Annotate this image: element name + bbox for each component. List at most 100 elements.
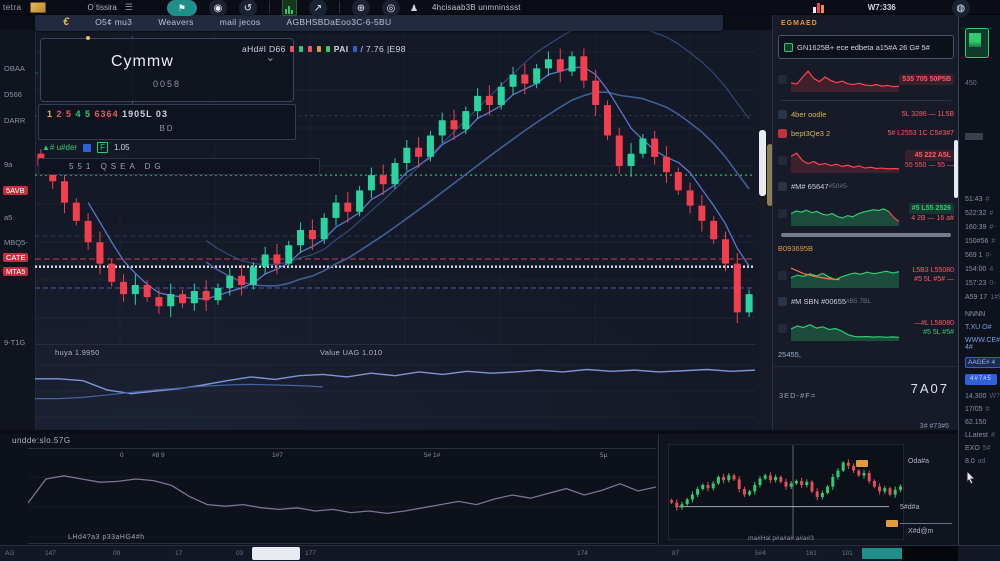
trade-time: 154:00 <box>965 266 986 273</box>
account-circle-icon[interactable]: ◍ <box>952 0 970 17</box>
trade-time: A59 17 <box>965 294 987 301</box>
trade-row[interactable]: 51:43# <box>965 196 1000 203</box>
legend-pai-label: PAI <box>334 44 349 54</box>
mini-bars-icon[interactable] <box>813 2 824 13</box>
legend-series-label: aHd#l D66 <box>242 44 286 54</box>
watchlist-row[interactable]: #M# 65647 #50#5- <box>773 177 959 196</box>
user-icon[interactable]: ♟ <box>410 3 418 14</box>
trade-row[interactable]: 160:39#- <box>965 224 1000 231</box>
axis-tick: 5µ <box>600 452 607 459</box>
stat-value: 14.300 <box>965 393 986 400</box>
price-axis-label: 9a <box>4 160 12 169</box>
spark-prices: —#L L58080#5 5L #5# <box>914 319 954 337</box>
workspace-label[interactable]: O tissira <box>88 3 117 12</box>
bottom-left-line-chart[interactable] <box>28 448 656 544</box>
row-label: 25455, <box>778 350 801 359</box>
trade-row[interactable]: 154:004 <box>965 266 1000 273</box>
undo-icon[interactable]: ↺ <box>239 0 257 17</box>
price-axis-label: MBQ5- <box>4 238 28 247</box>
mini-candlestick-chart[interactable] <box>669 445 903 539</box>
price-2: 4 2B — 16 a# <box>909 214 954 223</box>
trade-row[interactable]: 157:230- <box>965 280 1000 287</box>
trade-row[interactable]: 150#56# <box>965 238 1000 245</box>
watchlist-sparkline-row[interactable]: #5 L55 25264 2B — 16 a# <box>773 196 959 230</box>
price-2: #5 5L #5# <box>914 328 954 337</box>
row-sublabel: #B5 7BL <box>846 298 871 305</box>
time-axis-scrollbar[interactable]: AG147091703177174875#41611010724010 <box>0 545 1000 561</box>
trade-row[interactable]: 569 1#- <box>965 252 1000 259</box>
spark-icon <box>778 156 787 165</box>
watchlist-row[interactable]: bept3Qe3 25# L2553 1C C5#3#7 <box>773 124 959 143</box>
price-1: #5 L55 2526 <box>909 203 954 214</box>
trade-flag: 0- <box>989 280 995 287</box>
cursor-icon <box>965 471 977 484</box>
rail-link[interactable]: WWW.CE# 4# <box>965 337 1000 351</box>
indicator-flag[interactable]: F <box>97 142 108 153</box>
workspace-menu-icon[interactable]: ☰ <box>125 2 133 13</box>
trade-row[interactable]: 522:32# <box>965 210 1000 217</box>
symbol-name: Cymmw <box>111 53 174 71</box>
app-logo-icon[interactable] <box>30 2 46 13</box>
rail-link[interactable]: T.XU O# <box>965 324 1000 331</box>
watchlist-sparkline-row[interactable]: L5B3 L55080#5 5L #5# — <box>773 258 959 292</box>
symbol-timeframe: 0058 <box>41 79 293 89</box>
mini-footer: ma#Hal p#a#a#.a#a#3 <box>660 535 902 542</box>
flag-button[interactable]: ⚑ <box>167 0 197 16</box>
draw-arrow-icon[interactable]: ↗ <box>309 0 327 17</box>
watchlist-sparkline-row[interactable]: 535 705 50P5B <box>773 62 959 96</box>
legend-chip <box>308 46 312 52</box>
stat-extra: ad <box>978 458 986 465</box>
trade-history-list: 51:43# 522:32# 160:39#- 150#56# 569 1#- 154:0… <box>965 196 1000 301</box>
spark-icon <box>778 75 787 84</box>
watchlist-sparkline-row[interactable]: 45 222 A5L55 550 — 55 — <box>773 143 959 177</box>
watchlist-row[interactable]: 4ber oodle5L 3286 — 1L5B <box>773 105 959 124</box>
watchlist-search-row[interactable]: GN1625B+ ece edbeta a15#A 26 G# 5# <box>778 35 954 59</box>
legend-ratio-label: / 7.76 |E98 <box>361 44 406 54</box>
watchlist-row[interactable]: #M SBN #00655 #B5 7BL <box>773 292 959 311</box>
axis-tick: #8 9 <box>152 452 165 459</box>
menubar-item[interactable]: Weavers <box>158 17 193 27</box>
bottom-section: undde:slo.57G 0#8 91#75# 1#5µ LHd4?a3 p3… <box>0 432 958 547</box>
trade-flag: #- <box>986 252 992 259</box>
chart-vertical-scrollbar[interactable] <box>757 30 772 430</box>
watchlist-row[interactable]: B093695B <box>773 239 959 258</box>
rail-box-label[interactable]: AAGE# 4 <box>965 357 1000 368</box>
time-scrollbar-thumb[interactable] <box>252 547 300 560</box>
orange-marker-2 <box>886 520 898 527</box>
legend-chip <box>317 46 321 52</box>
menubar-item[interactable]: mail jecos <box>220 17 261 27</box>
indicator-row-2[interactable]: 551 QSEA DG <box>38 158 320 175</box>
menubar-items: O5¢ mu3 Weavers mail jecos AGBHSBDaEoo3C-6-… <box>69 17 391 27</box>
menubar-item[interactable]: O5¢ mu3 <box>95 17 132 27</box>
stat-value: LLatest <box>965 432 988 439</box>
trade-row[interactable]: A59 171#9 <box>965 294 1000 301</box>
watchlist-row[interactable]: 25455, <box>773 345 959 364</box>
footer-left-label: 3ED-#F= <box>779 391 816 400</box>
stat-row: EXO5# <box>965 445 1000 452</box>
sub-indicator-chart[interactable] <box>35 344 755 430</box>
rail-blue-button[interactable]: 4#7#5 <box>965 374 997 385</box>
left-price-axis[interactable]: OBAAD566DARR9a5AVBa5MBQ5-CATEMTA59-T1G <box>0 30 36 430</box>
rail-link[interactable]: NNNN <box>965 311 1000 318</box>
chart-tile-icon[interactable] <box>282 0 297 16</box>
app-brand: tetra <box>3 3 22 12</box>
rail-mid-label: 450 <box>965 80 1000 87</box>
globe-icon[interactable]: ⊕ <box>352 0 370 17</box>
spark-prices: L5B3 L55080#5 5L #5# — <box>912 266 954 284</box>
scrollbar-thumb[interactable] <box>759 130 766 196</box>
indicator-blue-icon[interactable] <box>83 144 91 152</box>
axis-tick: 0 <box>120 452 124 459</box>
mini-chart-area[interactable] <box>668 444 904 540</box>
indicator-value: 1.05 <box>114 143 130 152</box>
mini-chart-tile[interactable] <box>965 28 989 58</box>
stat-extra: # <box>986 406 990 413</box>
row-label: B093695B <box>778 244 813 253</box>
notifications-icon[interactable]: ◉ <box>209 0 227 17</box>
stat-row: 17/05# <box>965 406 1000 413</box>
indicator-row[interactable]: ▲# u#der F 1.05 <box>42 142 130 153</box>
menubar-item[interactable]: AGBHSBDaEoo3C-6-5BU <box>286 17 391 27</box>
watchlist-sparkline-row[interactable]: —#L L58080#5 5L #5# <box>773 311 959 345</box>
rail-chip[interactable] <box>965 133 983 140</box>
coin-icon[interactable]: ◎ <box>382 0 400 17</box>
time-tick: 87 <box>672 550 679 557</box>
